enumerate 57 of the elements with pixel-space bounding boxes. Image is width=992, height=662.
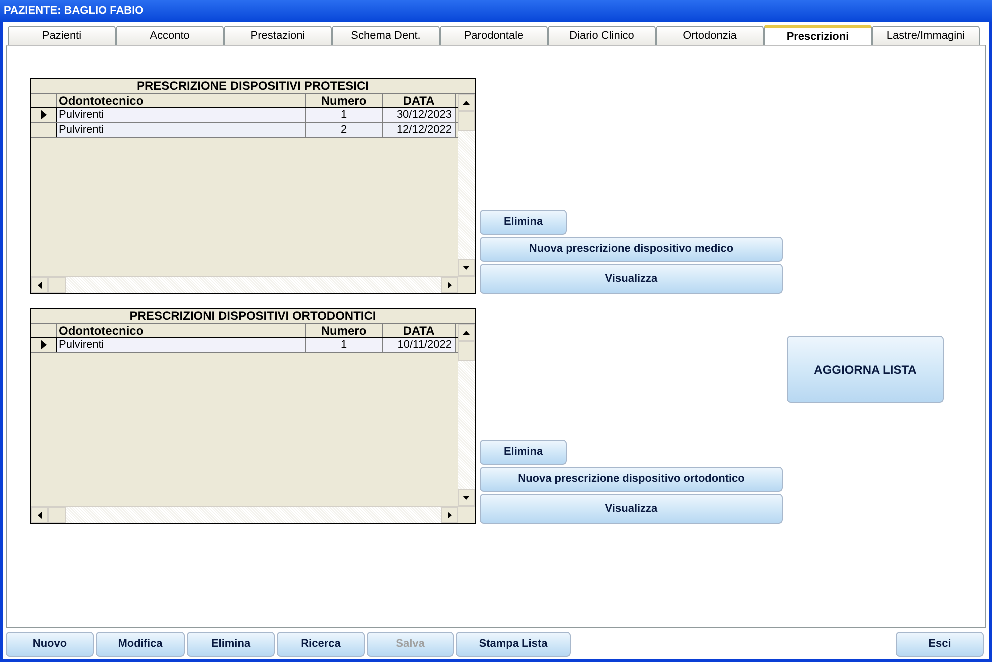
tab[interactable]: Prescrizioni <box>764 25 872 46</box>
toolbar-button[interactable]: Elimina <box>187 632 275 657</box>
action-button[interactable]: Elimina <box>480 440 567 465</box>
scrollbar[interactable] <box>31 507 458 523</box>
table-cell: 10/11/2022 <box>383 338 456 352</box>
table-cell: Pulvirenti <box>57 108 306 122</box>
left-arrow-icon[interactable] <box>38 282 42 288</box>
right-arrow-icon[interactable] <box>448 512 452 518</box>
toolbar-button[interactable]: Nuovo <box>6 632 94 657</box>
action-button[interactable]: Visualizza <box>480 494 783 524</box>
table-title: PRESCRIZIONI DISPOSITIVI ORTODONTICI <box>31 309 475 324</box>
table-title: PRESCRIZIONE DISPOSITIVI PROTESICI <box>31 79 475 94</box>
column-header[interactable]: Odontotecnico <box>57 324 306 337</box>
action-button[interactable]: Nuova prescrizione dispositivo ortodontico <box>480 467 783 492</box>
table-cell: 1 <box>306 108 383 122</box>
tab[interactable]: Schema Dent. <box>332 26 440 45</box>
column-header[interactable]: Numero <box>306 324 383 337</box>
column-header[interactable]: Numero <box>306 94 383 107</box>
tab[interactable]: Ortodonzia <box>656 26 764 45</box>
table-cell: Pulvirenti <box>57 123 306 137</box>
left-arrow-icon[interactable] <box>38 512 42 518</box>
up-arrow-icon[interactable] <box>463 100 470 104</box>
tab[interactable]: Lastre/Immagini <box>872 26 980 45</box>
scrollbar[interactable] <box>458 324 475 506</box>
scrollbar[interactable] <box>31 277 458 293</box>
refresh-button[interactable]: AGGIORNA LISTA <box>787 336 944 403</box>
action-button[interactable]: Elimina <box>480 210 567 235</box>
up-arrow-icon[interactable] <box>463 330 470 334</box>
tab[interactable]: Pazienti <box>8 26 116 45</box>
table-cell: 2 <box>306 123 383 137</box>
scrollbar-thumb[interactable] <box>458 341 475 361</box>
exit-button[interactable]: Esci <box>896 632 984 657</box>
right-arrow-icon[interactable] <box>448 282 452 288</box>
toolbar-button[interactable]: Ricerca <box>277 632 365 657</box>
table-cell: 1 <box>306 338 383 352</box>
toolbar-button[interactable]: Modifica <box>96 632 185 657</box>
table-cell: Pulvirenti <box>57 338 306 352</box>
tab[interactable]: Prestazioni <box>224 26 332 45</box>
action-button[interactable]: Nuova prescrizione dispositivo medico <box>480 237 783 262</box>
scrollbar-thumb[interactable] <box>48 277 66 293</box>
column-header[interactable]: Odontotecnico <box>57 94 306 107</box>
tab[interactable]: Parodontale <box>440 26 548 45</box>
column-header[interactable]: DATA <box>383 324 456 337</box>
scrollbar[interactable] <box>458 94 475 276</box>
down-arrow-icon[interactable] <box>463 496 470 500</box>
toolbar-button[interactable]: Stampa Lista <box>456 632 571 657</box>
table-cell: 12/12/2022 <box>383 123 456 137</box>
down-arrow-icon[interactable] <box>463 266 470 270</box>
column-header[interactable]: DATA <box>383 94 456 107</box>
window-title: PAZIENTE: BAGLIO FABIO <box>4 4 144 19</box>
scrollbar-thumb[interactable] <box>458 111 475 131</box>
scrollbar-thumb[interactable] <box>48 507 66 523</box>
tab[interactable]: Acconto <box>116 26 224 45</box>
action-button[interactable]: Visualizza <box>480 264 783 294</box>
tab[interactable]: Diario Clinico <box>548 26 656 45</box>
table-cell: 30/12/2023 <box>383 108 456 122</box>
toolbar-button: Salva <box>367 632 454 657</box>
